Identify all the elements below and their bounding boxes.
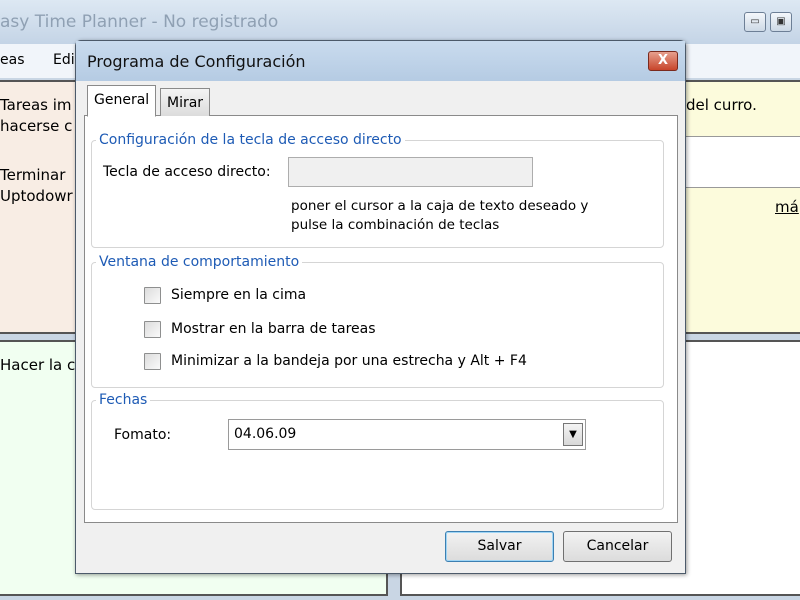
chevron-down-icon[interactable]: ▼ xyxy=(563,423,583,446)
app-title: asy Time Planner - No registrado xyxy=(0,12,279,32)
close-icon: X xyxy=(657,53,669,68)
close-button[interactable]: X xyxy=(648,51,678,71)
maximize-button[interactable]: ▣ xyxy=(770,12,792,32)
minimize-to-tray-checkbox[interactable] xyxy=(144,353,161,370)
dialog-title: Programa de Configuración xyxy=(87,52,306,71)
format-value: 04.06.09 xyxy=(234,426,297,442)
tab-mirar[interactable]: Mirar xyxy=(160,88,211,116)
maximize-icon: ▣ xyxy=(776,16,786,27)
task-text[interactable]: del curro. xyxy=(686,96,757,114)
task-text[interactable]: hacerse c xyxy=(0,117,72,135)
menu-editar[interactable]: Edi xyxy=(53,52,75,68)
hotkey-input[interactable] xyxy=(288,157,533,187)
task-text[interactable]: Hacer la c xyxy=(0,356,75,374)
tab-mirar-label: Mirar xyxy=(167,95,204,111)
format-select[interactable]: 04.06.09 ▼ xyxy=(228,419,586,450)
app-titlebar: asy Time Planner - No registrado xyxy=(0,0,800,44)
task-text[interactable]: Tareas im xyxy=(0,96,72,114)
tab-general-label: General xyxy=(94,92,150,108)
hotkey-hint: pulse la combinación de teclas xyxy=(291,217,500,233)
hotkey-group-title: Configuración de la tecla de acceso dire… xyxy=(96,132,405,148)
hotkey-label: Tecla de acceso directo: xyxy=(103,164,271,180)
minimize-to-tray-label[interactable]: Minimizar a la bandeja por una estrecha … xyxy=(171,353,527,369)
dates-group xyxy=(91,400,664,510)
dates-group-title: Fechas xyxy=(96,392,151,408)
minimize-button[interactable]: ▭ xyxy=(744,12,766,32)
menu-tareas[interactable]: eas xyxy=(0,52,25,68)
save-button[interactable]: Salvar xyxy=(445,531,554,562)
minimize-icon: ▭ xyxy=(750,16,760,27)
tab-general[interactable]: General xyxy=(87,85,157,117)
task-text[interactable]: Uptodowr xyxy=(0,187,73,205)
show-in-taskbar-checkbox[interactable] xyxy=(144,321,161,338)
hotkey-hint: poner el cursor a la caja de texto desea… xyxy=(291,198,589,214)
always-on-top-label[interactable]: Siempre en la cima xyxy=(171,287,306,303)
behavior-group-title: Ventana de comportamiento xyxy=(96,254,303,270)
task-text[interactable]: Terminar xyxy=(0,166,65,184)
more-link[interactable]: má xyxy=(775,198,799,216)
cancel-button[interactable]: Cancelar xyxy=(563,531,672,562)
show-in-taskbar-label[interactable]: Mostrar en la barra de tareas xyxy=(171,321,376,337)
dialog-titlebar[interactable]: Programa de Configuración X xyxy=(76,41,685,81)
always-on-top-checkbox[interactable] xyxy=(144,287,161,304)
tab-panel-general: Configuración de la tecla de acceso dire… xyxy=(84,115,678,523)
settings-dialog: Programa de Configuración X Configuració… xyxy=(75,40,686,574)
format-label: Fomato: xyxy=(114,427,172,443)
